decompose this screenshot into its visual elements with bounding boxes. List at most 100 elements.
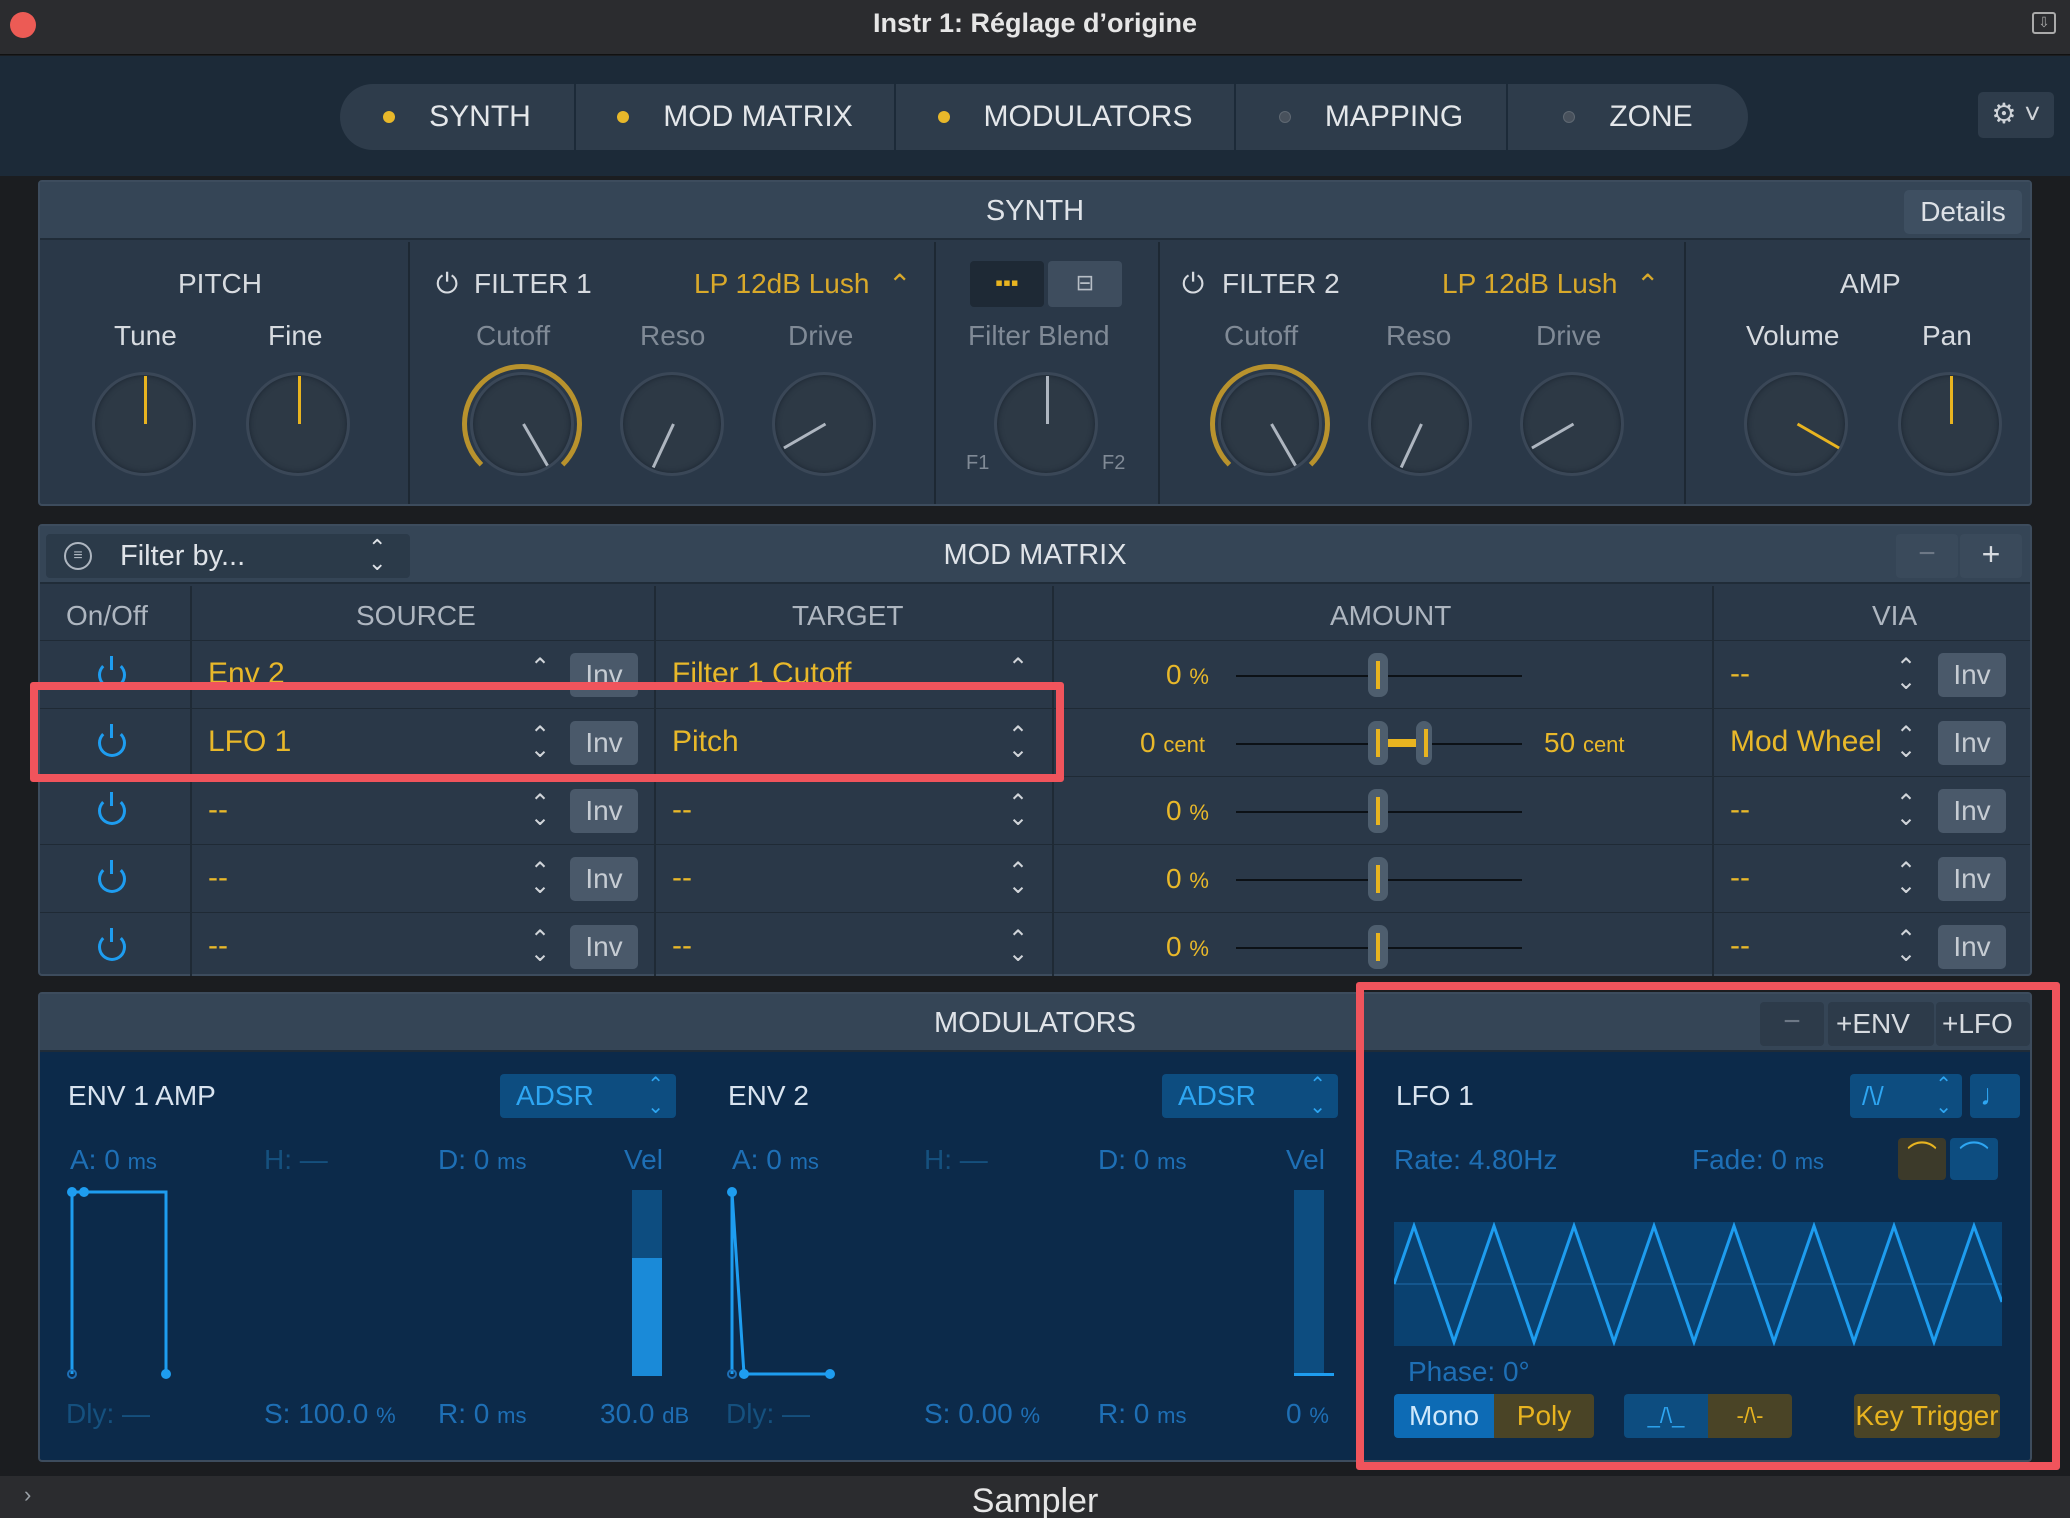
- env1-vel-value: 30.0 dB: [600, 1398, 690, 1429]
- parallel-filter-button[interactable]: ⊟: [1048, 261, 1122, 307]
- filter1-drive-knob[interactable]: [772, 372, 876, 476]
- env1-graph[interactable]: [60, 1184, 220, 1384]
- tab-mapping[interactable]: MAPPING: [1236, 84, 1508, 150]
- amp-title: AMP: [1840, 268, 1901, 299]
- tab-indicator-icon: [1563, 111, 1576, 123]
- stepper-icon: ⌃ ⌄: [1896, 790, 1917, 831]
- via-select[interactable]: --: [1730, 657, 1750, 691]
- power-icon[interactable]: [98, 792, 126, 825]
- target-select[interactable]: --: [672, 861, 692, 895]
- synth-panel: SYNTH Details PITCH Tune Fine ⏻ FILTER 1…: [38, 180, 2032, 506]
- source-select[interactable]: --: [208, 929, 228, 963]
- details-button[interactable]: Details: [1904, 190, 2022, 234]
- tab-zone[interactable]: ZONE: [1508, 84, 1748, 150]
- source-inv-button[interactable]: Inv: [570, 857, 638, 901]
- filter1-drive-label: Drive: [788, 320, 854, 351]
- filter2-cutoff-knob[interactable]: [1218, 372, 1322, 476]
- via-select[interactable]: Mod Wheel: [1730, 725, 1882, 759]
- power-icon[interactable]: [98, 928, 126, 961]
- filter-by-select[interactable]: ≡ Filter by... ⌃ ⌄: [46, 534, 410, 578]
- env2-graph[interactable]: [720, 1184, 880, 1384]
- volume-knob[interactable]: [1744, 372, 1848, 476]
- amount-value: 0 %: [1166, 863, 1209, 894]
- source-inv-button[interactable]: Inv: [570, 789, 638, 833]
- filter1-power-icon[interactable]: ⏻: [436, 268, 458, 301]
- amount-slider[interactable]: [1368, 925, 1388, 969]
- pan-knob[interactable]: [1898, 372, 2002, 476]
- amount-slider[interactable]: [1368, 653, 1388, 697]
- via-select[interactable]: --: [1730, 793, 1750, 827]
- stepper-icon: ⌃ ⌄: [1008, 790, 1029, 831]
- source-select[interactable]: --: [208, 861, 228, 895]
- via-inv-button[interactable]: Inv: [1938, 857, 2006, 901]
- env1-vel-slider[interactable]: [632, 1190, 662, 1376]
- via-select[interactable]: --: [1730, 929, 1750, 963]
- serial-filter-button[interactable]: ▪▪▪: [970, 261, 1044, 307]
- amount-slider[interactable]: [1368, 789, 1388, 833]
- pitch-title: PITCH: [178, 268, 262, 299]
- filter1-type-chevron-icon[interactable]: ⌃: [888, 268, 911, 301]
- env1-section: ENV 1 AMP ADSR ⌃ ⌄ A: 0 ms H: — D: 0 ms Ve…: [40, 1054, 696, 1454]
- power-icon[interactable]: [98, 860, 126, 893]
- fine-knob[interactable]: [246, 372, 350, 476]
- env1-mode-select[interactable]: ADSR ⌃ ⌄: [500, 1074, 676, 1118]
- tab-indicator-icon: [1278, 111, 1291, 123]
- env2-title: ENV 2: [728, 1080, 809, 1111]
- env1-attack[interactable]: A: 0 ms: [70, 1144, 157, 1176]
- add-row-button[interactable]: +: [1960, 534, 2022, 578]
- target-select[interactable]: --: [672, 793, 692, 827]
- filter2-cutoff-label: Cutoff: [1224, 320, 1299, 351]
- env1-sustain[interactable]: S: 100.0 %: [264, 1398, 396, 1430]
- remove-row-button[interactable]: −: [1896, 534, 1958, 578]
- env2-attack[interactable]: A: 0 ms: [732, 1144, 819, 1176]
- env2-vel-slider[interactable]: [1294, 1190, 1334, 1376]
- filter2-power-icon[interactable]: ⏻: [1182, 268, 1204, 301]
- env1-delay[interactable]: Dly: —: [66, 1398, 150, 1430]
- filter1-type-select[interactable]: LP 12dB Lush: [694, 268, 869, 300]
- filter2-type-chevron-icon[interactable]: ⌃: [1636, 268, 1659, 301]
- filter2-title: FILTER 2: [1222, 268, 1340, 299]
- tab-modulators[interactable]: MODULATORS: [896, 84, 1236, 150]
- via-inv-button[interactable]: Inv: [1938, 925, 2006, 969]
- env2-hold[interactable]: H: —: [924, 1144, 988, 1176]
- download-icon[interactable]: ⇩: [2032, 12, 2056, 34]
- filter2-type-select[interactable]: LP 12dB Lush: [1442, 268, 1617, 300]
- range-slider[interactable]: [1416, 721, 1432, 765]
- filter1-cutoff-knob[interactable]: [470, 372, 574, 476]
- col-via: VIA: [1872, 600, 1918, 631]
- amount-slider[interactable]: [1368, 721, 1388, 765]
- env2-sustain[interactable]: S: 0.00 %: [924, 1398, 1040, 1430]
- filter1-title: FILTER 1: [474, 268, 592, 299]
- env2-release[interactable]: R: 0 ms: [1098, 1398, 1186, 1430]
- tab-mod-matrix[interactable]: MOD MATRIX: [576, 84, 896, 150]
- env2-mode-select[interactable]: ADSR ⌃ ⌄: [1162, 1074, 1338, 1118]
- env1-hold[interactable]: H: —: [264, 1144, 328, 1176]
- target-select[interactable]: --: [672, 929, 692, 963]
- amount-slider[interactable]: [1368, 857, 1388, 901]
- via-inv-button[interactable]: Inv: [1938, 789, 2006, 833]
- tab-synth[interactable]: SYNTH: [340, 84, 576, 150]
- tune-knob[interactable]: [92, 372, 196, 476]
- table-row: -- ⌃ ⌄ Inv -- ⌃ ⌄ 0 % -- ⌃ ⌄ Inv: [40, 912, 2030, 980]
- via-inv-button[interactable]: Inv: [1938, 721, 2006, 765]
- source-select[interactable]: --: [208, 793, 228, 827]
- source-inv-button[interactable]: Inv: [570, 925, 638, 969]
- col-onoff: On/Off: [66, 600, 148, 631]
- pan-label: Pan: [1922, 320, 1972, 351]
- via-select[interactable]: --: [1730, 861, 1750, 895]
- filter2-reso-knob[interactable]: [1368, 372, 1472, 476]
- settings-gear-icon[interactable]: ⚙ ˅: [1978, 92, 2054, 138]
- filter2-drive-knob[interactable]: [1520, 372, 1624, 476]
- env2-delay[interactable]: Dly: —: [726, 1398, 810, 1430]
- env1-release[interactable]: R: 0 ms: [438, 1398, 526, 1430]
- stepper-icon: ⌃ ⌄: [1896, 722, 1917, 763]
- volume-label: Volume: [1746, 320, 1840, 351]
- via-inv-button[interactable]: Inv: [1938, 653, 2006, 697]
- filter-blend-knob[interactable]: [994, 372, 1098, 476]
- filter1-cutoff-label: Cutoff: [476, 320, 551, 351]
- env1-decay[interactable]: D: 0 ms: [438, 1144, 526, 1176]
- env2-decay[interactable]: D: 0 ms: [1098, 1144, 1186, 1176]
- amount-value: 0 %: [1166, 795, 1209, 826]
- filter1-reso-knob[interactable]: [620, 372, 724, 476]
- range-value: 50 cent: [1544, 727, 1625, 758]
